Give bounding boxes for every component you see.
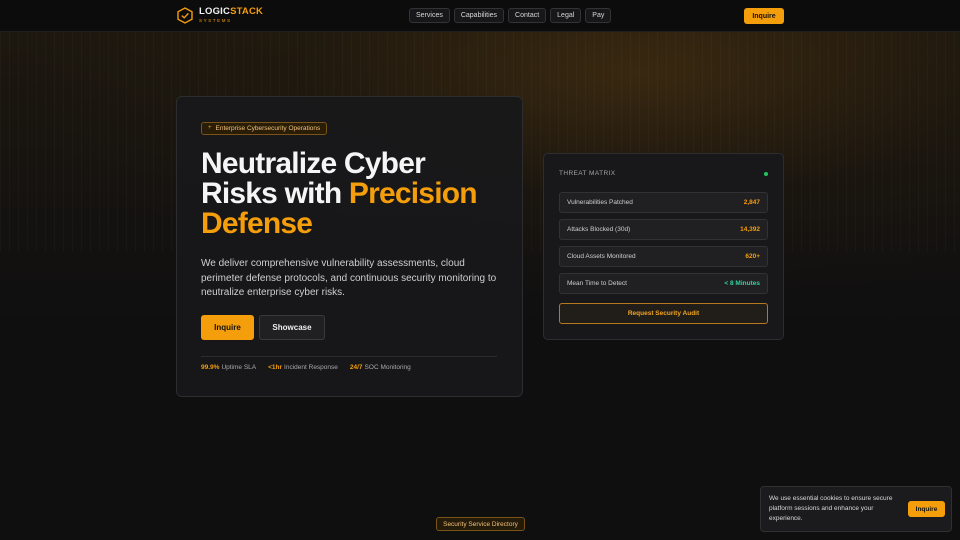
threat-matrix-card: THREAT MATRIX Vulnerabilities Patched 2,… [543,153,784,340]
matrix-row: Mean Time to Detect < 8 Minutes [559,273,768,294]
cookie-banner: We use essential cookies to ensure secur… [760,486,952,532]
nav-legal[interactable]: Legal [550,8,582,23]
headline-accent: Precision [348,177,478,210]
stat-uptime: 99.9% Uptime SLA [201,364,256,371]
hero-tag-label: Enterprise Cybersecurity Operations [215,125,321,132]
stat-value: 24/7 [349,364,363,371]
hexagon-check-icon [177,7,193,24]
plus-icon: + [208,125,212,131]
hero-description: We deliver comprehensive vulnerability a… [201,258,497,298]
matrix-row-label: Cloud Assets Monitored [567,253,636,260]
hero-stats: 99.9% Uptime SLA <1hr Incident Response 24… [201,364,411,371]
stat-value: <1hr [268,364,283,371]
matrix-row-label: Mean Time to Detect [567,280,627,287]
header-inquire-button[interactable]: Inquire [744,8,784,24]
nav-contact[interactable]: Contact [508,8,547,23]
cookie-text: We use essential cookies to ensure secur… [769,495,893,522]
inquire-button[interactable]: Inquire [201,315,254,340]
hero-card: + Enterprise Cybersecurity Operations Ne… [176,96,523,397]
matrix-title: THREAT MATRIX [559,170,616,177]
matrix-row-value: 620+ [745,253,760,260]
hero-tag: + Enterprise Cybersecurity Operations [201,122,328,135]
stat-monitoring: 24/7 SOC Monitoring [350,364,411,371]
logo-name-part1: LOGIC [199,6,231,17]
matrix-row-value: < 8 Minutes [724,280,760,287]
nav-pay[interactable]: Pay [585,8,612,23]
headline-line1: Neutralize Cyber [201,147,426,180]
status-dot-icon [764,172,768,176]
logo-subtitle: SYSTEMS [199,18,232,23]
matrix-row: Cloud Assets Monitored 620+ [559,246,768,267]
matrix-row-label: Vulnerabilities Patched [567,199,633,206]
logo-text: LOGICSTACK SYSTEMS [199,7,263,24]
hero-headline: Neutralize Cyber Risks with Precision De… [201,149,511,239]
matrix-row: Attacks Blocked (30d) 14,392 [559,219,768,240]
nav-capabilities[interactable]: Capabilities [453,8,505,23]
matrix-row-value: 2,847 [743,199,760,206]
headline-accent-2: Defense [201,207,313,240]
stat-label: Uptime SLA [221,364,257,371]
logo-name: LOGICSTACK [199,7,263,17]
divider [201,356,497,357]
cookie-inquire-button[interactable]: Inquire [908,501,945,517]
service-directory-link[interactable]: Security Service Directory [436,517,525,531]
matrix-row-value: 14,392 [740,226,760,233]
matrix-row-label: Attacks Blocked (30d) [567,226,631,233]
matrix-row: Vulnerabilities Patched 2,847 [559,192,768,213]
stat-label: Incident Response [284,364,338,371]
logo-name-part2: STACK [230,6,264,17]
nav-services[interactable]: Services [409,8,450,23]
stat-label: SOC Monitoring [364,364,411,371]
stat-response: <1hr Incident Response [268,364,338,371]
main-nav: Services Capabilities Contact Legal Pay [409,8,612,23]
showcase-button[interactable]: Showcase [259,315,325,340]
site-header: LOGICSTACK SYSTEMS Services Capabilities… [0,0,960,32]
stat-value: 99.9% [201,364,220,371]
logo[interactable]: LOGICSTACK SYSTEMS [177,7,263,24]
request-audit-button[interactable]: Request Security Audit [559,303,768,324]
headline-line2: Risks with [201,177,349,210]
